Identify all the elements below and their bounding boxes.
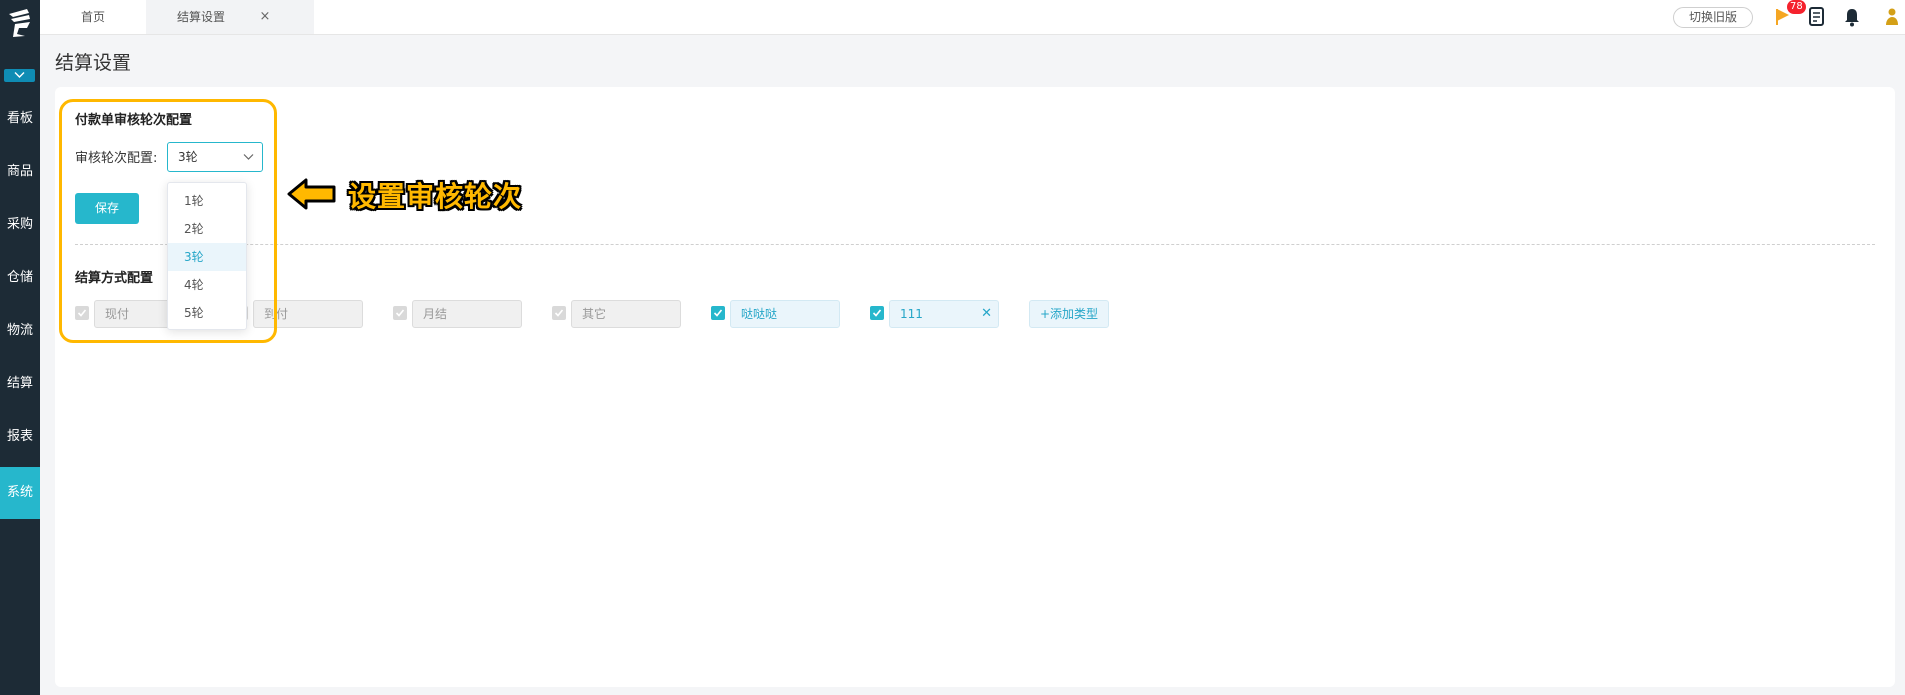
dropdown-option[interactable]: 1轮: [168, 187, 246, 215]
payment-section-title: 结算方式配置: [75, 271, 154, 286]
logo-icon: [9, 9, 30, 37]
close-icon[interactable]: ✕: [981, 301, 992, 327]
sidebar-item-system[interactable]: 系统: [0, 467, 40, 519]
dropdown-option[interactable]: 2轮: [168, 215, 246, 243]
payment-type-value: 111: [900, 307, 923, 321]
payment-item: 到付: [234, 300, 364, 328]
sidebar-item-warehouse[interactable]: 仓储: [0, 252, 40, 304]
tab-settlement-settings[interactable]: 结算设置: [146, 0, 314, 34]
payment-type-input[interactable]: 哒哒哒: [730, 300, 840, 328]
dropdown-option[interactable]: 4轮: [168, 271, 246, 299]
arrow-left-icon: [287, 178, 336, 210]
save-button[interactable]: 保存: [75, 193, 139, 224]
payment-type-input[interactable]: 到付: [253, 300, 363, 328]
payment-type-input[interactable]: 111 ✕: [889, 300, 999, 328]
sidebar-item-reports[interactable]: 报表: [0, 411, 40, 463]
dropdown-option-selected[interactable]: 3轮: [168, 243, 246, 271]
check-icon: [713, 309, 723, 317]
payment-item: 其它: [552, 300, 682, 328]
payment-type-input[interactable]: 月结: [412, 300, 522, 328]
tab-label: 结算设置: [176, 10, 225, 24]
review-section-title: 付款单审核轮次配置: [75, 113, 193, 128]
checkbox[interactable]: [711, 306, 725, 320]
page-title: 结算设置: [55, 52, 132, 74]
tab-close-icon[interactable]: ×: [255, 0, 275, 34]
checkbox[interactable]: [552, 306, 566, 320]
payment-item: 111 ✕: [870, 300, 1000, 328]
bell-icon[interactable]: [1842, 6, 1862, 28]
payment-item: 月结: [393, 300, 523, 328]
notification-badge: 78: [1787, 0, 1806, 14]
review-rounds-select[interactable]: 3轮: [167, 142, 263, 172]
switch-old-version-button[interactable]: 切换旧版: [1673, 7, 1753, 28]
review-rounds-dropdown: 1轮 2轮 3轮 4轮 5轮: [167, 182, 247, 330]
user-icon[interactable]: [1882, 6, 1902, 28]
payment-item: 哒哒哒: [711, 300, 841, 328]
section-divider: [75, 244, 1875, 245]
chevron-down-icon: [243, 154, 254, 160]
chevron-down-icon: [14, 72, 25, 78]
check-icon: [395, 309, 405, 317]
check-icon: [872, 309, 882, 317]
dropdown-option[interactable]: 5轮: [168, 299, 246, 327]
checkbox[interactable]: [393, 306, 407, 320]
payment-type-input[interactable]: 其它: [571, 300, 681, 328]
sidebar-item-logistics[interactable]: 物流: [0, 305, 40, 357]
top-bar: 首页 结算设置 × 切换旧版 78: [40, 0, 1905, 35]
add-type-button[interactable]: +添加类型: [1029, 300, 1109, 328]
review-rounds-label: 审核轮次配置:: [75, 151, 158, 166]
sidebar-item-dashboard[interactable]: 看板: [0, 93, 40, 145]
checkbox[interactable]: [75, 306, 89, 320]
sidebar: 看板 商品 采购 仓储 物流 结算 报表 系统: [0, 0, 40, 695]
check-icon: [77, 309, 87, 317]
checkbox[interactable]: [870, 306, 884, 320]
sidebar-item-settlement[interactable]: 结算: [0, 358, 40, 410]
tab-home[interactable]: 首页: [40, 0, 146, 34]
sidebar-collapse-button[interactable]: [4, 69, 35, 82]
select-value: 3轮: [178, 150, 198, 164]
sidebar-item-products[interactable]: 商品: [0, 146, 40, 198]
notes-icon[interactable]: [1807, 6, 1827, 28]
sidebar-item-purchase[interactable]: 采购: [0, 199, 40, 251]
annotation-label: 设置审核轮次: [348, 180, 523, 213]
check-icon: [554, 309, 564, 317]
